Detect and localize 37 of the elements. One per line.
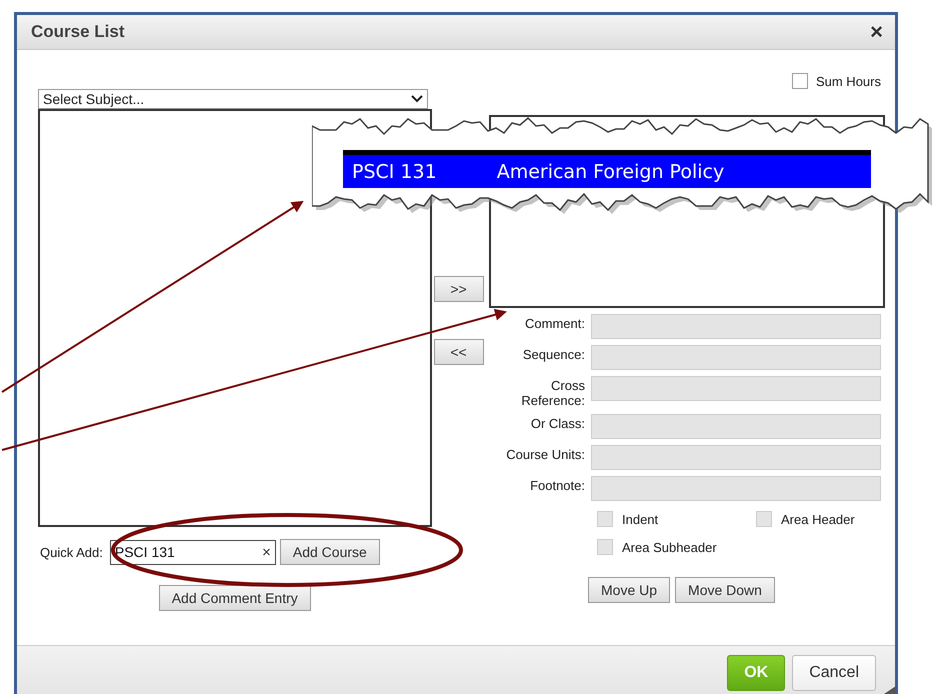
- input-field[interactable]: [591, 345, 881, 370]
- resize-grip-icon[interactable]: [884, 686, 896, 694]
- course-title: American Foreign Policy: [496, 160, 724, 182]
- subject-select[interactable]: Select Subject...: [38, 89, 428, 109]
- quick-add-field[interactable]: PSCI 131 ×: [110, 540, 276, 564]
- sum-hours-checkbox[interactable]: [792, 73, 808, 89]
- field-label: Comment:: [524, 315, 585, 333]
- input-field[interactable]: [591, 445, 881, 470]
- input-field[interactable]: [591, 476, 881, 501]
- input-field[interactable]: [591, 376, 881, 401]
- checkbox-label: Area Header: [781, 512, 855, 526]
- add-comment-entry-button[interactable]: Add Comment Entry: [158, 585, 311, 611]
- field-label: Footnote:: [529, 477, 585, 495]
- checkbox-label: Indent: [622, 512, 658, 526]
- quick-add-label: Quick Add:: [40, 544, 103, 560]
- field-label: Course Units:: [505, 446, 585, 464]
- clear-button[interactable]: ×: [262, 544, 271, 560]
- move-course-button[interactable]: <<: [434, 339, 484, 365]
- move-button[interactable]: Move Down: [675, 577, 775, 603]
- window-title: Course List: [31, 22, 125, 42]
- field-label: Cross Reference:: [520, 377, 585, 408]
- close-button[interactable]: ×: [866, 21, 887, 43]
- course-code: PSCI 131: [352, 160, 437, 182]
- field-label: Or Class:: [530, 415, 585, 433]
- chevron-down-icon: [410, 95, 422, 103]
- input-field[interactable]: [591, 314, 881, 339]
- checkbox-label: Area Subheader: [622, 540, 717, 554]
- input-field[interactable]: [591, 414, 881, 439]
- checkbox[interactable]: [597, 539, 613, 555]
- field-label: Sequence:: [522, 346, 585, 364]
- move-course-button[interactable]: >>: [434, 276, 484, 302]
- checkbox[interactable]: [756, 511, 772, 527]
- cancel-button[interactable]: Cancel: [792, 655, 876, 691]
- move-button[interactable]: Move Up: [588, 577, 670, 603]
- sum-hours-label: Sum Hours: [816, 74, 881, 88]
- checkbox[interactable]: [597, 511, 613, 527]
- add-course-button[interactable]: Add Course: [280, 539, 380, 565]
